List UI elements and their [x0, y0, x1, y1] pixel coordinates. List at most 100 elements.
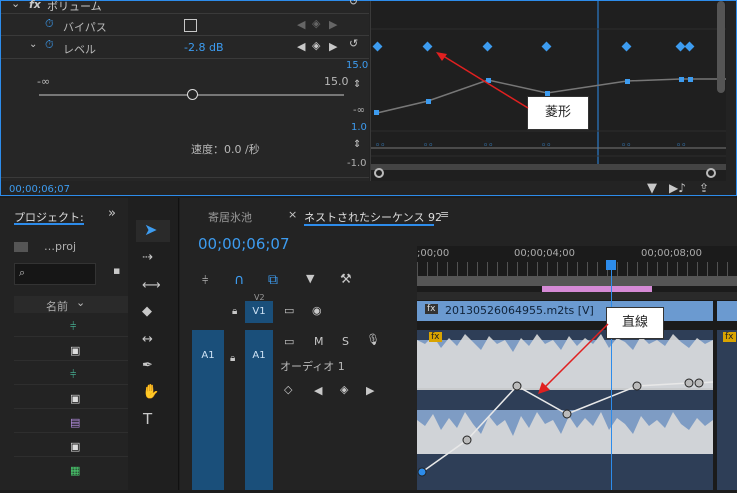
curve-point[interactable]: [688, 77, 693, 82]
level-value[interactable]: -2.8 dB: [184, 41, 224, 54]
hand-tool-icon[interactable]: ✋: [142, 384, 159, 400]
video-clip[interactable]: fx 20130526064955.m2ts [V]: [417, 301, 713, 321]
audio-keyframe[interactable]: [462, 435, 472, 445]
level-slider-thumb[interactable]: [186, 89, 198, 100]
film-icon[interactable]: ▭: [284, 335, 294, 348]
velocity-handle[interactable]: ◦◦: [375, 141, 386, 151]
sort-chevron-icon[interactable]: ⌄: [76, 296, 85, 309]
reset-icon[interactable]: ↺: [349, 0, 358, 8]
curve-point[interactable]: [679, 77, 684, 82]
keyframe-options-icon[interactable]: ◇: [284, 383, 292, 396]
curve-point[interactable]: [374, 110, 379, 115]
graph-scale-icon[interactable]: ⇕: [353, 79, 361, 90]
v1-target[interactable]: V1: [245, 301, 273, 323]
collapse-chevron-icon[interactable]: ⌄: [29, 39, 37, 50]
velocity-handle[interactable]: ◦◦: [483, 141, 494, 151]
column-header[interactable]: 名前 ⌄: [14, 296, 128, 313]
prev-keyframe-icon[interactable]: ◀: [297, 18, 305, 31]
magnet-icon[interactable]: ∩: [234, 272, 244, 288]
stopwatch-icon[interactable]: ⏱: [45, 38, 54, 52]
microphone-icon[interactable]: 🎙︎: [366, 333, 380, 346]
sequence-timecode[interactable]: 00;00;06;07: [198, 235, 290, 253]
menu-icon[interactable]: ≡: [440, 208, 449, 221]
media-file-icon[interactable]: ▣: [70, 344, 80, 357]
audio-keyframe[interactable]: [562, 409, 572, 419]
sequence-icon[interactable]: ⫩: [70, 368, 76, 382]
a1-source[interactable]: A1: [192, 330, 224, 490]
media-file-icon[interactable]: ▣: [70, 440, 80, 453]
velocity-handle[interactable]: ◦◦: [621, 141, 632, 151]
project-list: ⫩ ▣ ⫩ ▣ ▤ ▣ ▦: [14, 316, 128, 486]
effect-timecode[interactable]: 00;00;06;07: [9, 184, 70, 195]
search-input[interactable]: ⌕: [14, 263, 96, 285]
razor-tool-icon[interactable]: ◆: [142, 304, 152, 319]
media-file-icon[interactable]: ▣: [70, 392, 80, 405]
video-clip[interactable]: [717, 301, 737, 321]
effect-controls-panel: ⌄ fx ボリューム ↺ ⏱ バイパス ◀ ◈ ▶ ⌄ ⏱ レベル -2.8 d…: [0, 0, 737, 196]
track-select-tool-icon[interactable]: ⇢: [142, 250, 153, 265]
tab-sequence-2[interactable]: ネストされたシーケンス 92: [304, 209, 442, 225]
tab-sequence-1[interactable]: 寄居氷池: [208, 209, 252, 225]
timeline-panel: 寄居氷池 × ネストされたシーケンス 92 ≡ 00;00;06;07 ⫩ ∩ …: [180, 198, 737, 490]
next-keyframe-icon[interactable]: ▶: [329, 18, 337, 31]
ripple-edit-tool-icon[interactable]: ⟷: [142, 278, 161, 293]
collapse-chevron-icon[interactable]: ⌄: [11, 0, 20, 10]
pen-tool-icon[interactable]: ✒: [142, 358, 153, 373]
reset-icon[interactable]: ↺: [349, 37, 358, 50]
ruler-label: ;00;00: [417, 248, 450, 259]
audio-keyframe[interactable]: [512, 381, 522, 391]
keyframe-graph[interactable]: ◦◦ ◦◦ ◦◦ ◦◦ ◦◦ ◦◦: [370, 1, 726, 181]
play-audio-icon[interactable]: ▶♪: [669, 181, 686, 195]
nested-sequence-icon[interactable]: ▦: [70, 464, 80, 477]
slip-tool-icon[interactable]: ↔: [142, 332, 153, 347]
velocity-handle[interactable]: ◦◦: [423, 141, 434, 151]
wrench-icon[interactable]: ⚒: [340, 272, 352, 287]
next-keyframe-icon[interactable]: ▶: [366, 384, 374, 397]
film-icon[interactable]: ▭: [284, 304, 294, 317]
add-keyframe-icon[interactable]: ◈: [340, 383, 348, 396]
type-tool-icon[interactable]: T: [143, 410, 152, 428]
velocity-handle[interactable]: ◦◦: [676, 141, 687, 151]
bin-icon[interactable]: ▪: [113, 264, 120, 277]
close-tab-icon[interactable]: ×: [288, 208, 297, 221]
sequence-icon[interactable]: ⫩: [70, 320, 76, 334]
velocity-handle[interactable]: ◦◦: [541, 141, 552, 151]
audio-keyframe[interactable]: [684, 378, 694, 388]
snap-icon[interactable]: ⫩: [202, 274, 208, 288]
panel-overflow-icon[interactable]: »: [108, 206, 116, 221]
vertical-scrollbar[interactable]: [717, 1, 725, 93]
add-keyframe-icon[interactable]: ◈: [312, 39, 320, 52]
export-icon[interactable]: ⇪: [699, 181, 709, 195]
audio-clip[interactable]: fx: [717, 330, 737, 490]
playhead-handle[interactable]: [606, 260, 616, 270]
fx-icon[interactable]: fx: [29, 0, 41, 11]
solo-button[interactable]: S: [342, 335, 349, 348]
scroll-start-handle[interactable]: [374, 168, 384, 178]
marker-icon[interactable]: ▼: [306, 272, 314, 285]
curve-point[interactable]: [625, 79, 630, 84]
mute-button[interactable]: M: [314, 335, 324, 348]
a1-target[interactable]: A1: [245, 330, 273, 490]
rate-scale-icon[interactable]: ⇕: [353, 139, 361, 150]
prev-keyframe-icon[interactable]: ◀: [297, 40, 305, 53]
add-keyframe-icon[interactable]: ◈: [312, 17, 320, 30]
lock-icon[interactable]: 🔒︎: [230, 353, 235, 364]
playhead-line: [611, 270, 612, 490]
audio-keyframe[interactable]: [694, 378, 704, 388]
stopwatch-icon[interactable]: ⏱: [45, 17, 54, 31]
linked-selection-icon[interactable]: ⧉: [268, 272, 278, 288]
audio-keyframe[interactable]: [632, 381, 642, 391]
lock-icon[interactable]: 🔒︎: [232, 306, 237, 317]
next-keyframe-icon[interactable]: ▶: [329, 40, 337, 53]
work-area-bar[interactable]: [417, 276, 737, 286]
filter-icon[interactable]: ▼: [647, 181, 657, 196]
eye-icon[interactable]: ◉: [312, 304, 322, 317]
prev-keyframe-icon[interactable]: ◀: [314, 384, 322, 397]
bypass-checkbox[interactable]: [184, 19, 197, 32]
tab-underline: [14, 223, 84, 225]
scroll-end-handle[interactable]: [706, 168, 716, 178]
audio-file-icon[interactable]: ▤: [70, 416, 80, 429]
speed-readout: 速度：0.0 /秒: [191, 143, 260, 156]
selection-tool-icon[interactable]: ➤: [144, 220, 157, 239]
audio-keyframe[interactable]: [417, 467, 427, 477]
